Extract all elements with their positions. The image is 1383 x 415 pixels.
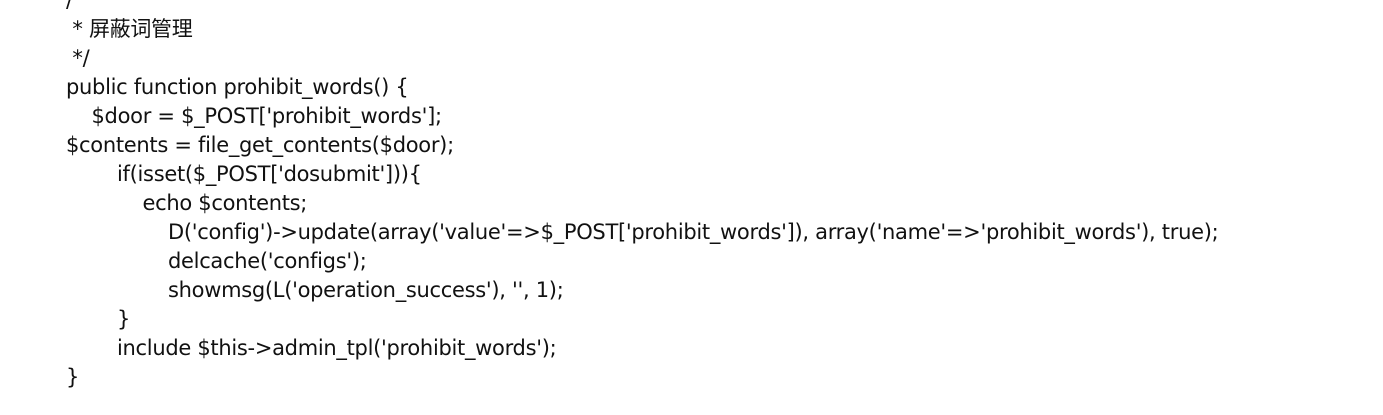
code-line-comment-end-fragment: / (66, 0, 73, 12)
code-line-showmsg: showmsg(L('operation_success'), '', 1); (66, 278, 564, 302)
code-line-comment-close: */ (66, 46, 90, 70)
code-line-config-update: D('config')->update(array('value'=>$_POS… (66, 220, 1219, 244)
code-line-comment-title: * 屏蔽词管理 (66, 17, 193, 41)
code-line-if-isset: if(isset($_POST['dosubmit'])){ (66, 162, 422, 186)
code-line-function-close: } (66, 365, 80, 389)
code-line-echo-contents: echo $contents; (66, 191, 308, 215)
code-line-delcache: delcache('configs'); (66, 249, 367, 273)
code-line-contents-assignment: $contents = file_get_contents($door); (66, 133, 454, 157)
code-line-if-close: } (66, 307, 131, 331)
code-line-door-assignment: $door = $_POST['prohibit_words']; (66, 104, 443, 128)
code-line-include-template: include $this->admin_tpl('prohibit_words… (66, 336, 557, 360)
code-line-function-signature: public function prohibit_words() { (66, 75, 409, 99)
